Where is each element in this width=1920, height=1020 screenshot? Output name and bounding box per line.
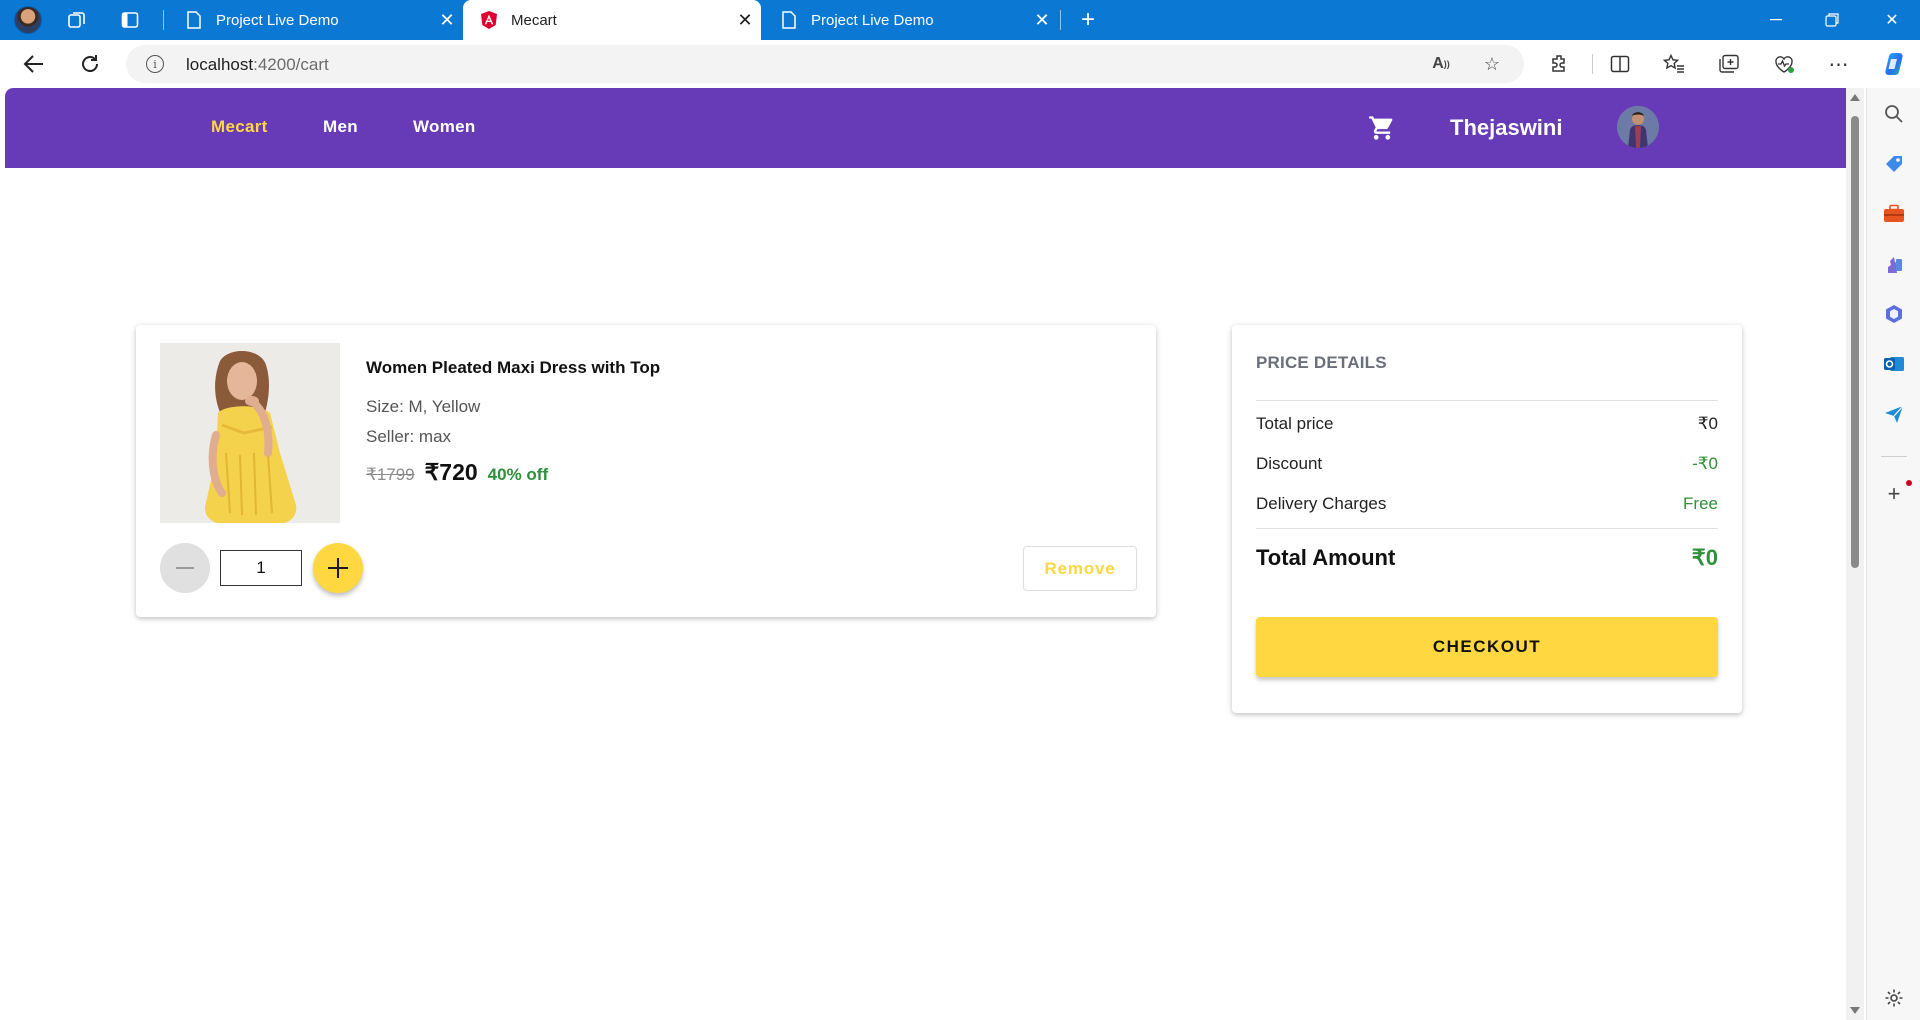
- microsoft-365-icon[interactable]: [1882, 302, 1906, 326]
- discount-percent: 40% off: [487, 465, 549, 484]
- decrease-quantity-button[interactable]: [160, 543, 210, 593]
- workspaces-icon[interactable]: [65, 8, 89, 32]
- total-price-label: Total price: [1256, 414, 1334, 433]
- angular-icon: [479, 10, 499, 30]
- scroll-down-icon[interactable]: [1850, 1007, 1860, 1014]
- total-amount-row: Total Amount ₹0: [1256, 545, 1718, 571]
- tab-mecart[interactable]: Mecart ✕: [463, 0, 761, 40]
- tab-separator: [1060, 10, 1061, 30]
- notification-dot: [1906, 480, 1912, 486]
- browser-tab-bar: Project Live Demo ✕ Mecart ✕ Project Liv…: [0, 0, 1920, 40]
- remove-button[interactable]: Remove: [1023, 546, 1137, 591]
- page-scrollbar[interactable]: [1846, 88, 1864, 1020]
- browser-address-bar: i localhost:4200/cart A)) ☆ ⋯: [0, 40, 1920, 88]
- sidebar-separator: [1881, 456, 1907, 457]
- edge-sidebar: +: [1866, 88, 1920, 1020]
- page-icon: [779, 10, 799, 30]
- nav-brand-mecart[interactable]: Mecart: [211, 117, 268, 137]
- outlook-icon[interactable]: [1882, 352, 1906, 376]
- product-image[interactable]: [160, 343, 340, 523]
- scroll-up-icon[interactable]: [1850, 94, 1860, 101]
- discount-value: -₹0: [1692, 454, 1718, 473]
- url-field[interactable]: i localhost:4200/cart A)) ☆: [126, 45, 1524, 83]
- games-icon[interactable]: [1882, 252, 1906, 276]
- browser-essentials-icon[interactable]: [1772, 52, 1796, 76]
- collections-icon[interactable]: [1717, 52, 1741, 76]
- original-price: ₹1799: [366, 465, 415, 484]
- price-details-card: PRICE DETAILS Total price ₹0 Discount -₹…: [1232, 325, 1742, 713]
- nav-link-men[interactable]: Men: [323, 117, 358, 137]
- tab-project-live-demo-2[interactable]: Project Live Demo ✕: [763, 0, 1058, 40]
- total-amount-value: ₹0: [1691, 545, 1718, 570]
- app-navbar: Mecart Men Women Thejaswini: [5, 88, 1846, 168]
- refresh-icon[interactable]: [76, 50, 104, 78]
- minimize-icon[interactable]: [1748, 0, 1804, 40]
- search-icon[interactable]: [1882, 102, 1906, 126]
- cart-item-card: Women Pleated Maxi Dress with Top Size: …: [136, 325, 1156, 617]
- more-menu-icon[interactable]: ⋯: [1827, 52, 1851, 76]
- user-name[interactable]: Thejaswini: [1450, 115, 1562, 141]
- plus-icon-bar: [336, 558, 340, 578]
- product-size: Size: M, Yellow: [366, 397, 481, 416]
- extensions-icon[interactable]: [1547, 52, 1571, 76]
- favorites-icon[interactable]: [1662, 52, 1686, 76]
- add-icon[interactable]: +: [1882, 481, 1906, 506]
- total-price-value: ₹0: [1697, 414, 1718, 433]
- send-icon[interactable]: [1882, 402, 1906, 426]
- tools-briefcase-icon[interactable]: [1882, 202, 1906, 226]
- vertical-tabs-icon[interactable]: [118, 8, 142, 32]
- back-icon[interactable]: [20, 50, 48, 78]
- shopping-tag-icon[interactable]: [1882, 152, 1906, 176]
- total-price-row: Total price ₹0: [1256, 414, 1718, 434]
- scrollbar-thumb[interactable]: [1851, 116, 1859, 568]
- delivery-row: Delivery Charges Free: [1256, 494, 1718, 514]
- user-avatar[interactable]: [1617, 106, 1659, 148]
- checkout-button[interactable]: CHECKOUT: [1256, 617, 1718, 677]
- split-screen-icon[interactable]: [1608, 52, 1632, 76]
- page-viewport: Mecart Men Women Thejaswini Women Pleate…: [5, 88, 1846, 1020]
- read-aloud-icon[interactable]: A)): [1430, 53, 1452, 75]
- new-tab-icon[interactable]: +: [1076, 6, 1100, 33]
- close-tab-icon[interactable]: ✕: [431, 10, 463, 31]
- shopping-cart-icon[interactable]: [1367, 114, 1397, 142]
- nav-link-women[interactable]: Women: [413, 117, 476, 137]
- discount-label: Discount: [1256, 454, 1323, 473]
- url-text: localhost:4200/cart: [186, 55, 329, 74]
- tab-title: Project Live Demo: [216, 11, 339, 29]
- copilot-icon[interactable]: [1880, 50, 1908, 78]
- tab-separator: [163, 10, 164, 30]
- favorite-star-icon[interactable]: ☆: [1481, 53, 1503, 75]
- tab-title: Mecart: [511, 11, 557, 29]
- close-tab-icon[interactable]: ✕: [1026, 10, 1058, 31]
- page-icon: [184, 10, 204, 30]
- restore-icon[interactable]: [1804, 0, 1860, 40]
- price-details-title: PRICE DETAILS: [1256, 353, 1387, 372]
- quantity-input[interactable]: [220, 550, 302, 586]
- price-row: ₹1799 ₹720 40% off: [366, 459, 548, 486]
- sale-price: ₹720: [424, 459, 478, 485]
- divider: [1256, 400, 1718, 401]
- settings-gear-icon[interactable]: [1882, 986, 1906, 1010]
- close-tab-icon[interactable]: ✕: [729, 10, 761, 31]
- profile-icon[interactable]: [14, 6, 42, 34]
- increase-quantity-button[interactable]: [313, 543, 363, 593]
- close-window-icon[interactable]: ✕: [1864, 0, 1920, 40]
- toolbar-separator: [1592, 54, 1593, 74]
- product-seller: Seller: max: [366, 427, 452, 446]
- discount-row: Discount -₹0: [1256, 454, 1718, 474]
- site-info-icon[interactable]: i: [146, 55, 164, 73]
- total-amount-label: Total Amount: [1256, 545, 1396, 570]
- product-title[interactable]: Women Pleated Maxi Dress with Top: [366, 358, 660, 378]
- minus-icon: [176, 566, 194, 570]
- delivery-value: Free: [1683, 494, 1718, 513]
- delivery-label: Delivery Charges: [1256, 494, 1387, 513]
- tab-project-live-demo-1[interactable]: Project Live Demo ✕: [168, 0, 463, 40]
- tab-title: Project Live Demo: [811, 11, 934, 29]
- divider: [1256, 528, 1718, 529]
